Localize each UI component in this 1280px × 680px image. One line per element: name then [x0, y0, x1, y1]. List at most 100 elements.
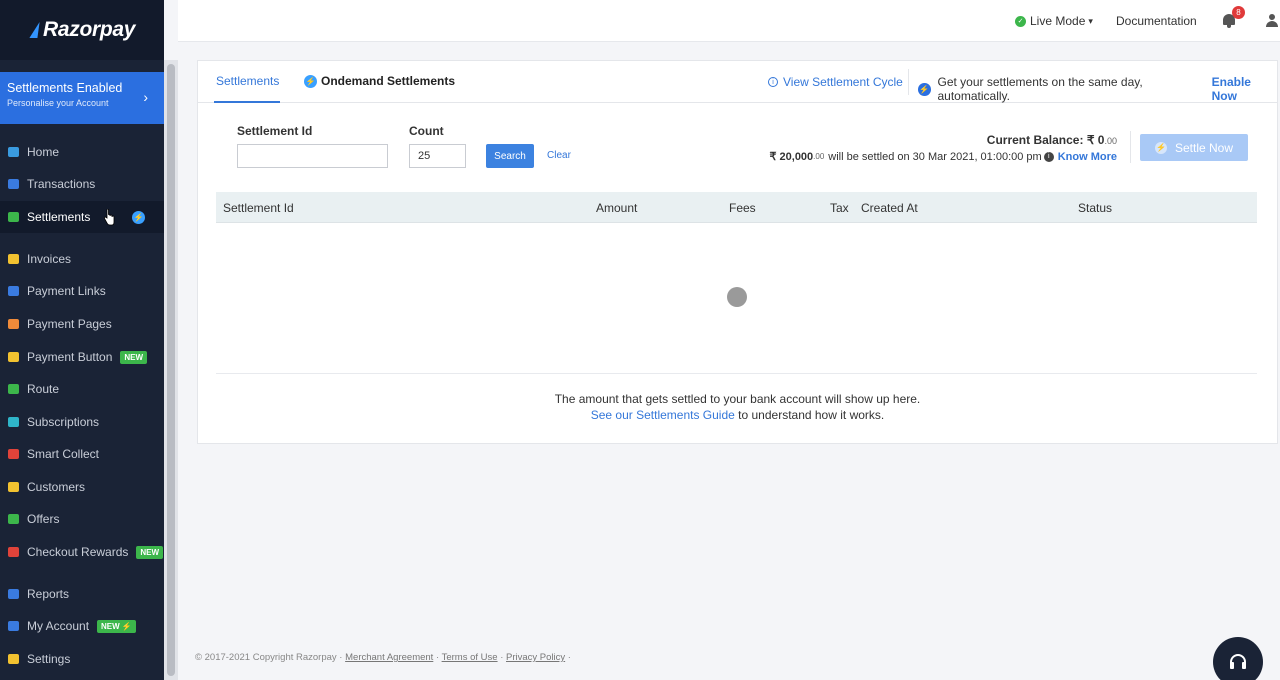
check-circle-icon: ✓ — [1015, 15, 1026, 27]
sidebar-item-label: Smart Collect — [27, 447, 100, 461]
new-badge: NEW — [136, 545, 164, 559]
privacy-policy-link[interactable]: Privacy Policy — [506, 652, 565, 663]
copyright: © 2017-2021 Copyright Razorpay — [195, 652, 337, 663]
info-icon: i — [768, 77, 778, 87]
count-input[interactable] — [409, 144, 466, 168]
empty-state-guide: See our Settlements Guide to understand … — [198, 408, 1277, 422]
sidebar-item-payment-button[interactable]: Payment Button NEW — [0, 341, 164, 373]
loading-spinner — [727, 287, 747, 307]
sidebar-item-my-account[interactable]: My Account NEW ⚡ — [0, 610, 164, 642]
sidebar-item-label: Customers — [27, 480, 86, 494]
current-balance: Current Balance: ₹ 0.00 — [987, 133, 1117, 147]
current-balance-label: Current Balance: — [986, 133, 1084, 147]
customers-icon — [8, 482, 19, 492]
sidebar-item-route[interactable]: Route — [0, 373, 164, 405]
sidebar-item-home[interactable]: Home — [0, 136, 164, 168]
sidebar-item-label: Transactions — [27, 177, 96, 191]
live-mode-label: Live Mode — [1030, 14, 1086, 28]
sidebar-scrollbar-thumb[interactable] — [167, 64, 175, 676]
sidebar-item-label: Payment Button — [27, 350, 113, 364]
sidebar-item-label: Offers — [27, 512, 60, 526]
sidebar-item-label: My Account — [27, 619, 90, 633]
tab-ondemand-settlements[interactable]: ⚡ Ondemand Settlements — [304, 74, 455, 88]
pending-text: will be settled on 30 Mar 2021, 01:00:00… — [828, 150, 1042, 163]
user-icon[interactable] — [1265, 14, 1279, 28]
divider — [1130, 131, 1131, 163]
sidebar-item-offers[interactable]: Offers — [0, 503, 164, 535]
caret-down-icon: ▾ — [1088, 15, 1093, 26]
active-tab-underline — [214, 101, 280, 103]
sidebar-item-label: Settings — [27, 652, 71, 666]
support-headset-button[interactable] — [1213, 637, 1263, 680]
info-icon[interactable]: i — [1043, 151, 1054, 162]
footer: © 2017-2021 Copyright Razorpay · Merchan… — [195, 652, 571, 663]
sidebar-item-reports[interactable]: Reports — [0, 578, 164, 610]
sidebar-item-label: Route — [27, 382, 60, 396]
documentation-link[interactable]: Documentation — [1116, 14, 1197, 28]
settings-icon — [8, 654, 19, 664]
banner-title: Settlements Enabled — [7, 81, 123, 95]
pending-amount: ₹ 20,000 — [769, 151, 814, 163]
payment-pages-icon — [8, 319, 19, 329]
settlements-icon — [8, 212, 19, 222]
sidebar-item-checkout-rewards[interactable]: Checkout Rewards NEW — [0, 536, 164, 568]
sidebar-item-label: Reports — [27, 587, 70, 601]
transactions-icon — [8, 179, 19, 189]
column-tax: Tax — [830, 201, 849, 215]
sidebar-item-settings[interactable]: Settings — [0, 643, 164, 675]
sidebar-item-label: Settlements — [27, 210, 91, 224]
column-fees: Fees — [729, 201, 756, 215]
banner-subtitle: Personalise your Account — [7, 98, 109, 108]
sidebar-item-payment-links[interactable]: Payment Links — [0, 275, 164, 307]
my-account-icon — [8, 621, 19, 631]
bolt-icon: ⚡ — [1154, 141, 1167, 154]
search-button[interactable]: Search — [486, 144, 534, 168]
notification-count-badge: 8 — [1232, 6, 1245, 19]
bolt-icon: ⚡ — [304, 74, 317, 88]
subscriptions-icon — [8, 417, 19, 427]
table-header: Settlement Id Amount Fees Tax Created At… — [216, 192, 1257, 223]
razorpay-logo[interactable]: Razorpay — [30, 18, 135, 42]
new-badge: NEW — [120, 350, 148, 364]
footer-separator: · — [433, 652, 442, 663]
column-created-at: Created At — [861, 201, 918, 215]
clear-button[interactable]: Clear — [547, 150, 571, 161]
terms-of-use-link[interactable]: Terms of Use — [442, 652, 498, 663]
count-label: Count — [409, 124, 444, 138]
column-settlement-id: Settlement Id — [223, 201, 294, 215]
brand-name: Razorpay — [43, 18, 136, 41]
footer-separator: · — [565, 652, 571, 663]
tab-settlements[interactable]: Settlements — [216, 74, 279, 88]
sidebar-item-label: Home — [27, 145, 60, 159]
sidebar-item-transactions[interactable]: Transactions — [0, 168, 164, 200]
live-mode-dropdown[interactable]: ✓ Live Mode ▾ — [1015, 14, 1093, 28]
bolt-icon: ⚡ — [918, 82, 931, 96]
checkout-rewards-icon — [8, 547, 19, 557]
home-icon — [8, 147, 19, 157]
sidebar-item-settlements[interactable]: Settlements ⚡ — [0, 201, 164, 233]
tab-ondemand-label: Ondemand Settlements — [321, 74, 456, 88]
settle-now-button[interactable]: ⚡ Settle Now — [1140, 134, 1248, 161]
pending-settlement-info: ₹ 20,000.00 will be settled on 30 Mar 20… — [769, 150, 1117, 164]
view-settlement-cycle-label: View Settlement Cycle — [783, 75, 903, 89]
settlement-id-input[interactable] — [237, 144, 388, 168]
hand-pointer-cursor — [103, 209, 115, 226]
invoices-icon — [8, 254, 19, 264]
sidebar-item-smart-collect[interactable]: Smart Collect — [0, 438, 164, 470]
merchant-agreement-link[interactable]: Merchant Agreement — [345, 652, 433, 663]
promo-text: Get your settlements on the same day, au… — [937, 75, 1143, 103]
footer-separator: · — [336, 652, 346, 663]
settlements-enabled-banner[interactable]: Settlements Enabled Personalise your Acc… — [0, 72, 164, 124]
know-more-link[interactable]: Know More — [1058, 151, 1117, 163]
new-badge: NEW ⚡ — [97, 619, 136, 633]
top-header: ✓ Live Mode ▾ Documentation 8 — [178, 0, 1280, 42]
instant-settlement-promo: ⚡ Get your settlements on the same day, … — [918, 75, 1277, 103]
sidebar-item-invoices[interactable]: Invoices — [0, 243, 164, 275]
view-settlement-cycle-link[interactable]: i View Settlement Cycle — [768, 75, 903, 89]
sidebar-item-customers[interactable]: Customers — [0, 471, 164, 503]
enable-now-link[interactable]: Enable Now — [1212, 75, 1277, 103]
sidebar-item-subscriptions[interactable]: Subscriptions — [0, 406, 164, 438]
smart-collect-icon — [8, 449, 19, 459]
settlements-guide-link[interactable]: See our Settlements Guide — [591, 408, 735, 422]
sidebar-item-payment-pages[interactable]: Payment Pages — [0, 308, 164, 340]
